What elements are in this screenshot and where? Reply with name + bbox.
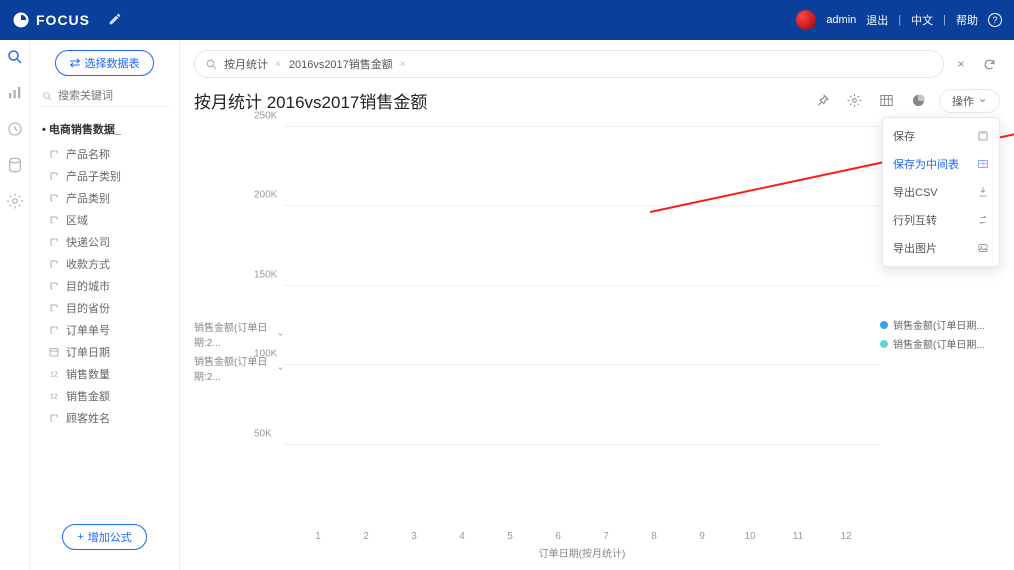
field-list: 产品名称产品子类别产品类别区域快递公司收款方式目的城市目的省份订单单号订单日期1… [40,143,169,429]
chart-title: 按月统计 2016vs2017销售金额 [194,88,427,113]
query-input[interactable]: 按月统计 × 2016vs2017销售金额 × [194,50,944,78]
x-axis-label: 订单日期(按月统计) [284,545,880,560]
y-tick: 150K [254,269,277,280]
y-tick: 50K [254,428,272,439]
keyword-search-input[interactable] [40,86,169,107]
chart-view-icon[interactable] [907,90,929,112]
table-view-icon[interactable] [875,90,897,112]
field-item[interactable]: 顾客姓名 [40,407,169,429]
chevron-down-icon [978,96,987,105]
field-item[interactable]: 目的城市 [40,275,169,297]
x-tick: 2 [344,531,388,542]
rail-chart-icon[interactable] [6,84,24,102]
operations-label: 操作 [952,93,974,109]
avatar[interactable] [796,10,816,30]
help-link[interactable]: 帮助 [956,12,978,28]
legend-item[interactable]: 销售金额(订单日期... [880,336,1000,351]
x-tick: 10 [728,531,772,542]
field-item[interactable]: 区域 [40,209,169,231]
select-datasource-button[interactable]: ⇄ 选择数据表 [55,50,155,76]
brand-text: FOCUS [36,12,90,28]
add-formula-label: 增加公式 [88,529,132,545]
ops-menu-item[interactable]: 保存 [883,122,999,150]
field-item[interactable]: 目的省份 [40,297,169,319]
field-item[interactable]: 订单日期 [40,341,169,363]
tag-close-icon[interactable]: × [275,59,281,70]
svg-text:12: 12 [50,372,58,379]
axis-config-item[interactable]: 销售金额(订单日期:2... [194,317,284,351]
rail-gear-icon[interactable] [6,192,24,210]
x-tick: 7 [584,531,628,542]
legend-item[interactable]: 销售金额(订单日期... [880,317,1000,332]
rail-db-icon[interactable] [6,156,24,174]
field-item[interactable]: 订单单号 [40,319,169,341]
main-area: 按月统计 × 2016vs2017销售金额 × × 按月统计 2016vs2017销… [180,40,1014,570]
field-item[interactable]: 收款方式 [40,253,169,275]
dataset-name[interactable]: • 电商销售数据_ [40,115,169,143]
rail-search-icon[interactable] [6,48,24,66]
field-item[interactable]: 产品类别 [40,187,169,209]
field-item[interactable]: 产品子类别 [40,165,169,187]
refresh-icon[interactable] [978,53,1000,75]
clear-query-icon[interactable]: × [950,53,972,75]
operations-button[interactable]: 操作 [939,89,1000,113]
field-item[interactable]: 12销售数量 [40,363,169,385]
top-header: FOCUS admin 退出 | 中文 | 帮助 ? [0,0,1014,40]
x-tick: 11 [776,531,820,542]
focus-logo-icon [12,11,30,29]
pin-icon[interactable] [811,90,833,112]
left-rail [0,40,30,570]
chevron-down-icon [277,364,284,373]
tag-close-icon[interactable]: × [400,59,406,70]
edit-icon[interactable] [108,12,122,29]
y-tick: 250K [254,111,277,122]
search-icon [42,91,53,102]
username[interactable]: admin [826,14,856,26]
query-tag[interactable]: 按月统计 [224,56,268,72]
brand-logo[interactable]: FOCUS [12,11,90,29]
x-tick: 4 [440,531,484,542]
x-tick: 9 [680,531,724,542]
x-tick: 5 [488,531,532,542]
sidebar: ⇄ 选择数据表 • 电商销售数据_ 产品名称产品子类别产品类别区域快递公司收款方… [30,40,180,570]
operations-menu: 保存保存为中间表导出CSV行列互转导出图片 [882,117,1000,267]
gear-icon[interactable] [843,90,865,112]
x-tick: 6 [536,531,580,542]
x-tick: 12 [824,531,868,542]
ops-menu-item[interactable]: 保存为中间表 [883,150,999,178]
header-right: admin 退出 | 中文 | 帮助 ? [796,10,1002,30]
ops-menu-item[interactable]: 行列互转 [883,206,999,234]
chevron-down-icon [277,330,284,339]
logout-link[interactable]: 退出 [866,12,888,28]
field-item[interactable]: 产品名称 [40,143,169,165]
rail-clock-icon[interactable] [6,120,24,138]
svg-text:12: 12 [50,394,58,401]
help-icon[interactable]: ? [988,13,1002,27]
x-tick: 3 [392,531,436,542]
search-icon [205,58,218,71]
ops-menu-item[interactable]: 导出图片 [883,234,999,262]
chart-config-axis: 销售金额(订单日期:2... 销售金额(订单日期:2... [194,117,284,564]
field-item[interactable]: 12销售金额 [40,385,169,407]
y-tick: 200K [254,190,277,201]
lang-link[interactable]: 中文 [911,12,933,28]
ops-menu-item[interactable]: 导出CSV [883,178,999,206]
chart-canvas: 250K 200K 150K 100K 50K 1 2 3 4 5 6 [284,117,880,564]
query-tag[interactable]: 2016vs2017销售金额 [289,56,393,72]
y-tick: 100K [254,349,277,360]
select-datasource-label: 选择数据表 [84,55,139,71]
add-formula-button[interactable]: + 增加公式 [62,524,146,550]
x-tick: 1 [296,531,340,542]
x-tick: 8 [632,531,676,542]
field-item[interactable]: 快递公司 [40,231,169,253]
